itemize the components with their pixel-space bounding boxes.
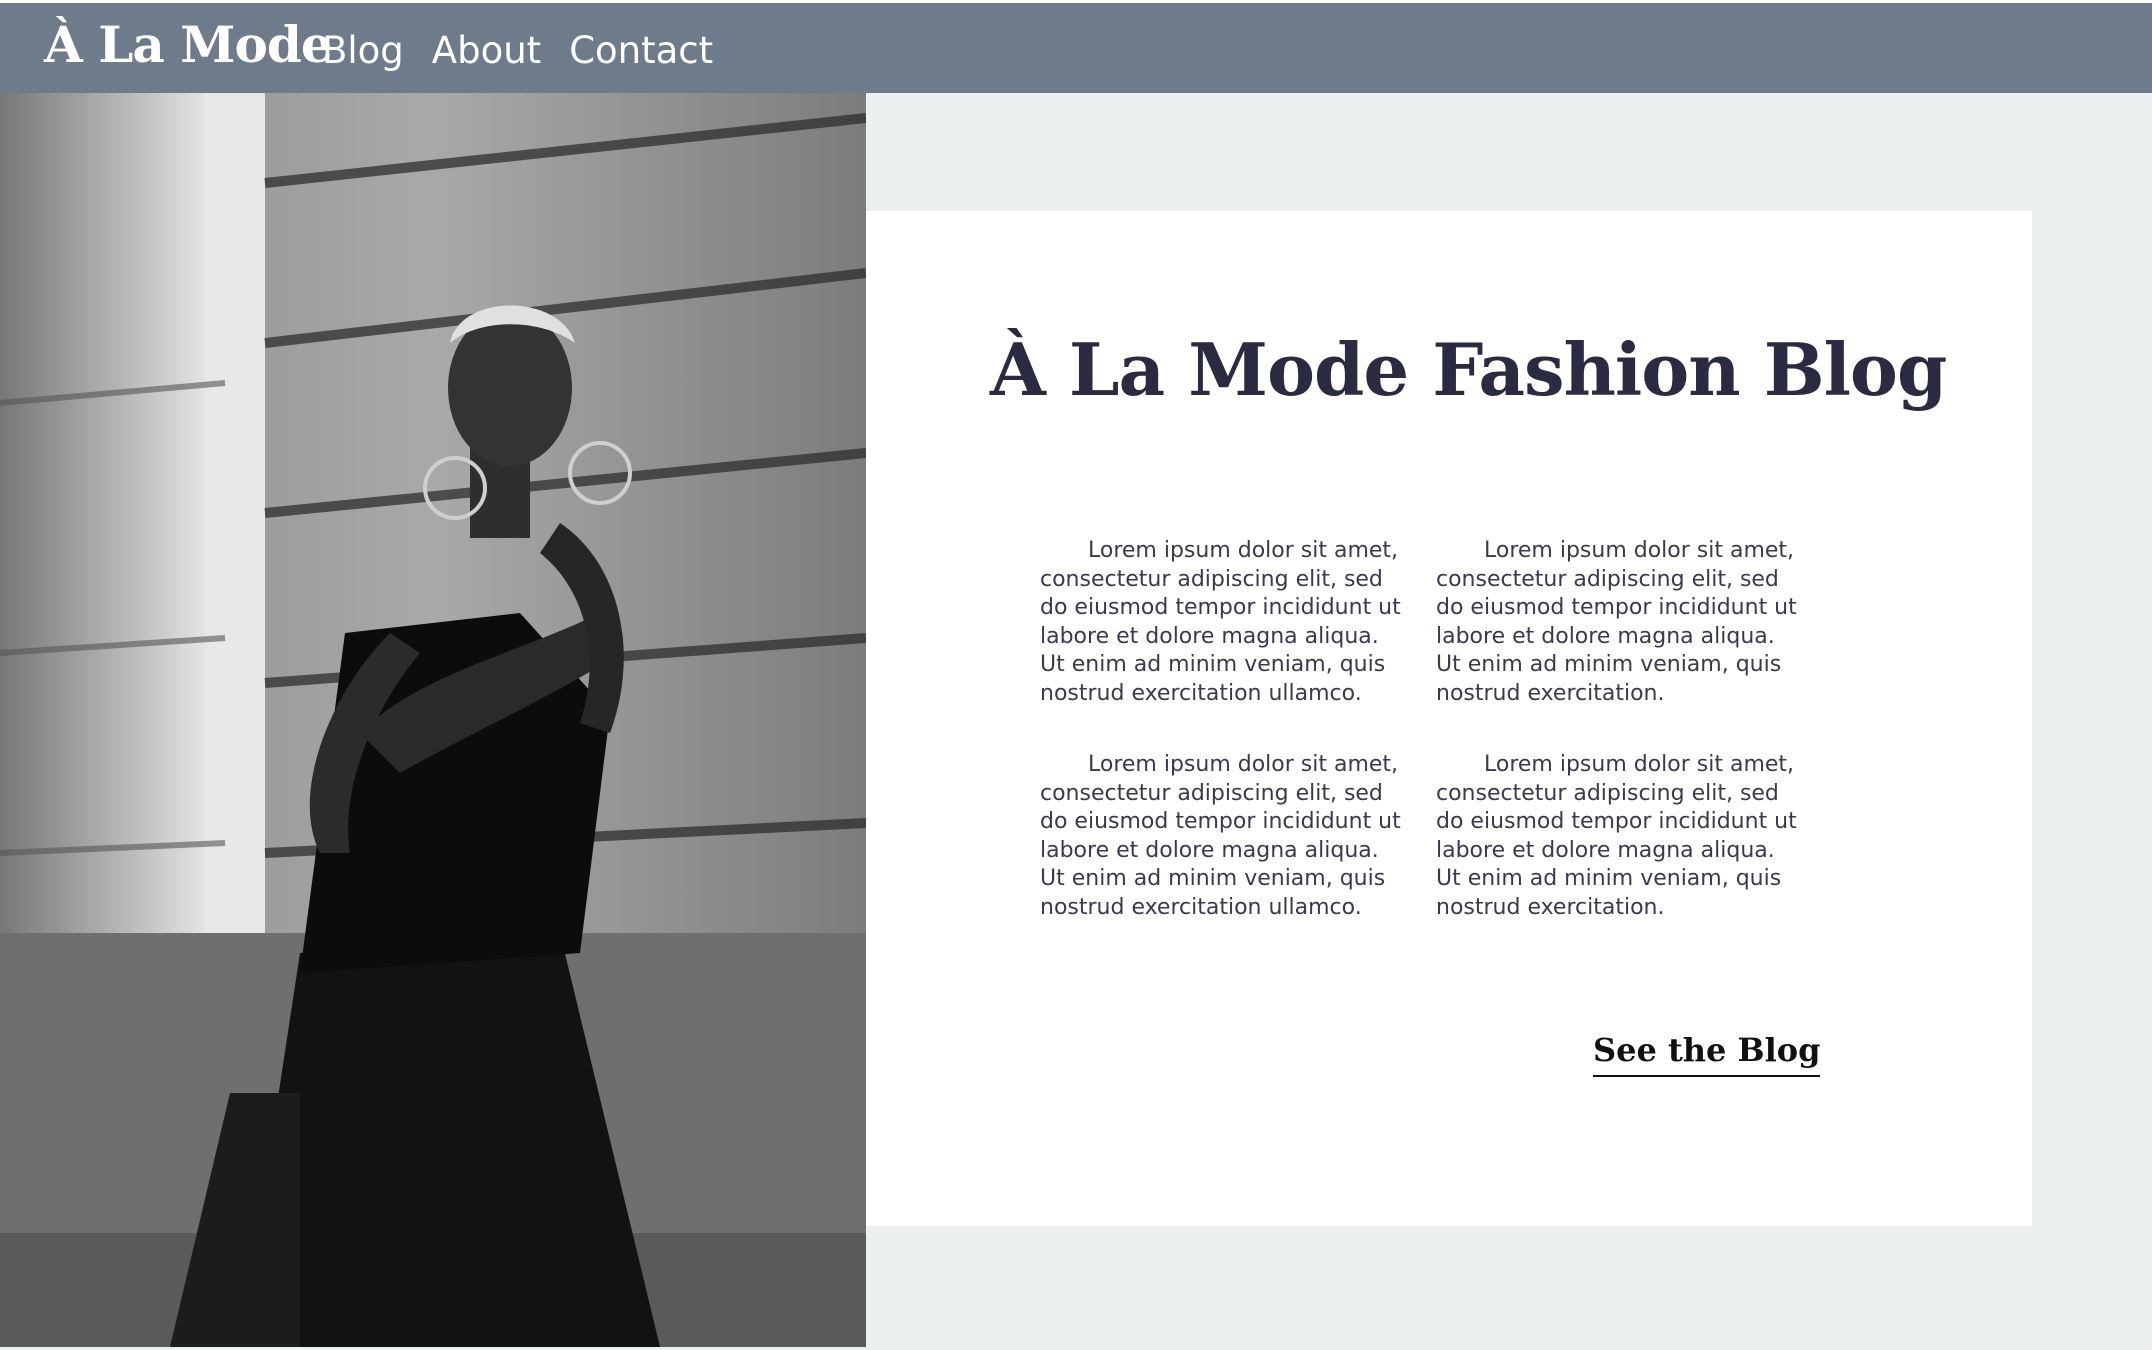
nav-link-about[interactable]: About	[432, 29, 541, 72]
blog-intro-card: À La Mode Fashion Blog Lorem ipsum dolor…	[866, 211, 2032, 1226]
photo-illustration	[0, 93, 866, 1347]
intro-paragraph: Lorem ipsum dolor sit amet, consectetur …	[1436, 752, 1797, 920]
see-the-blog-link[interactable]: See the Blog	[1593, 1031, 1821, 1077]
intro-paragraph: Lorem ipsum dolor sit amet, consectetur …	[1436, 538, 1797, 706]
navbar: À La Mode Blog About Contact	[0, 3, 2152, 93]
intro-paragraph: Lorem ipsum dolor sit amet, consectetur …	[1040, 538, 1401, 706]
fashion-model-photo	[0, 93, 866, 1347]
page-title: À La Mode Fashion Blog	[990, 327, 1947, 412]
nav-links: Blog About Contact	[322, 29, 713, 72]
intro-paragraph: Lorem ipsum dolor sit amet, consectetur …	[1040, 752, 1401, 920]
nav-link-blog[interactable]: Blog	[322, 29, 404, 72]
nav-link-contact[interactable]: Contact	[569, 29, 713, 72]
brand-logo[interactable]: À La Mode	[44, 15, 333, 74]
